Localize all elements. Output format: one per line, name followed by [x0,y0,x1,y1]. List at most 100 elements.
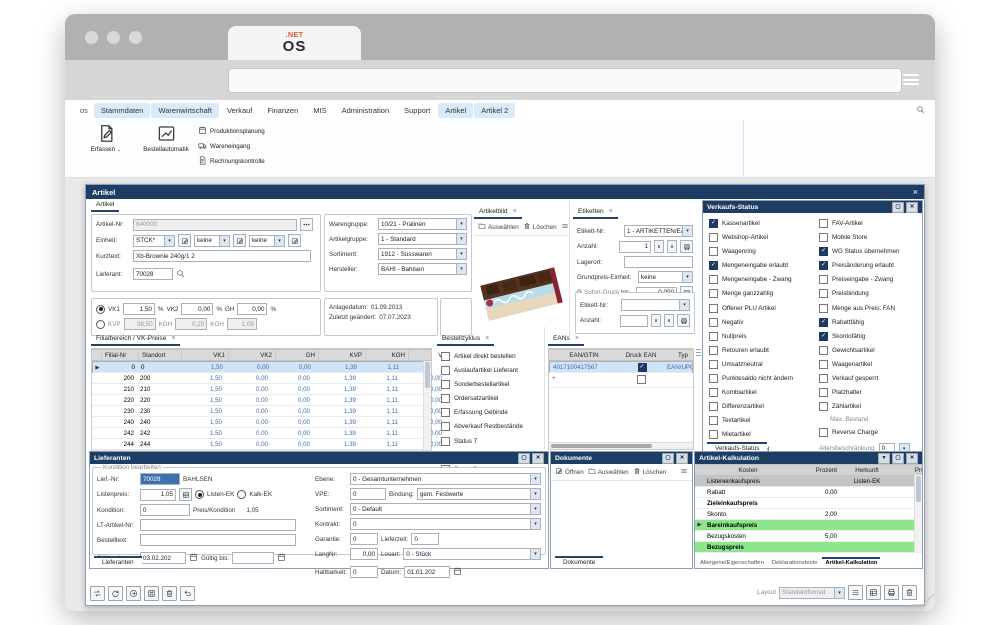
status-checkbox-offener-plu-artikel[interactable]: Offener PLU Artikel [709,304,819,313]
status-checkbox-rabattfähig[interactable]: ✓Rabattfähig [819,318,918,327]
printer-icon[interactable] [680,240,693,253]
artikel-nr-field[interactable]: 640000 [133,219,297,231]
lt-artikel-field[interactable] [140,519,296,531]
status-checkbox-gewichtsartikel[interactable]: Gewichtsartikel [819,346,918,355]
menu-item-warenwirtschaft[interactable]: Warenwirtschaft [151,103,219,118]
ebene-select[interactable]: 0 - Gesamtunternehmen▾ [350,473,541,485]
undo-icon[interactable] [180,586,195,601]
spin-up-icon[interactable]: ∧ [664,314,674,327]
close-icon[interactable]: ✕ [676,453,688,464]
calendar-icon[interactable] [277,549,286,567]
window-dot-2[interactable] [107,31,120,44]
tab-etiketten[interactable]: Etiketten× [573,207,618,219]
gh-field[interactable]: 0,00 [237,303,267,315]
close-icon[interactable]: × [171,335,175,342]
menu-item-os[interactable]: os [75,103,93,118]
einheit3-select[interactable]: keine▾ [249,235,285,247]
menu-item-verkauf[interactable]: Verkauf [220,103,259,118]
status-checkbox-mengeneingabe-zwang[interactable]: Mengeneingabe - Zwang [709,275,819,284]
tab-dokumente[interactable]: Dokumente [555,556,603,568]
status-checkbox-preiseingabe-zwang[interactable]: Preiseingabe - Zwang [819,275,918,284]
status-checkbox-preisänderung-erlaubt[interactable]: ✓Preisänderung erlaubt [819,261,918,270]
status-checkbox-menge-ganzzahlig[interactable]: Menge ganzzahlig [709,289,819,298]
status-checkbox-preisbindung[interactable]: Preisbindung [819,289,918,298]
tab-filialbereich[interactable]: Filialbereich / VK-Preise× [91,334,180,346]
status-checkbox-ordersatzartikel[interactable]: Ordersatzartikel [441,394,544,403]
menu-icon[interactable] [561,222,569,232]
auswaehlen-button[interactable]: Auswählen [588,467,629,477]
table-row[interactable]: 2102101,500,000,001,391,110,00 [92,384,431,395]
datum-field[interactable]: 01.01.202 [404,566,450,578]
calendar-icon[interactable] [189,549,198,567]
vk1-field[interactable]: 1,50 [123,303,155,315]
status-checkbox-kassenartikel[interactable]: ✓Kassenartikel [709,219,819,228]
auswaehlen-button[interactable]: Auswählen [478,222,519,232]
edit-icon[interactable] [233,234,246,247]
table-row[interactable]: 2002001,500,000,001,391,110,00 [92,373,431,384]
status-checkbox-sonderbestellartikel[interactable]: Sonderbestellartikel [441,380,544,389]
menu-item-artikel[interactable]: Artikel [438,103,473,118]
status-checkbox-negativ[interactable]: Negativ [709,318,819,327]
close-icon[interactable]: × [513,208,517,215]
close-icon[interactable]: × [609,208,613,215]
status-checkbox-fav-artikel[interactable]: FAV-Artikel [819,219,918,228]
status-checkbox-nullpreis[interactable]: Nullpreis [709,332,819,341]
search-icon[interactable] [176,265,185,283]
lieferzeit-field[interactable]: 0 [411,533,439,545]
kalk-row-bezugskosten[interactable]: Bezugskosten5,000,05 [695,531,922,542]
warengruppe-select[interactable]: 10/21 - Pralinen▾ [378,218,467,230]
close-icon[interactable]: ✕ [906,202,918,213]
grid-icon[interactable] [866,585,881,600]
status-checkbox-auslaufartikel-lieferant[interactable]: Auslaufartikel Lieferant [441,366,544,375]
status-checkbox-platzhalter[interactable]: Platzhalter [819,388,918,397]
etikett-nr-select[interactable]: 1 - ARTIKETTEN/EAN FA▾ [624,225,693,237]
menu-item-stammdaten[interactable]: Stammdaten [94,103,151,118]
tab-artikel[interactable]: Artikel [91,200,119,212]
restore-icon[interactable]: ▢ [892,202,904,213]
status-checkbox-abverkauf-restbestände[interactable]: Abverkauf Restbestände [441,422,544,431]
einheit2-select[interactable]: keine▾ [194,235,230,247]
tab-artikel-kalkulation[interactable]: Artikel-Kalkulation [822,557,880,568]
ribbon-rechnungskontrolle[interactable]: Rechnungskontrolle [198,156,738,167]
calendar-icon[interactable] [453,563,462,581]
status-checkbox-umsatzneutral[interactable]: Umsatzneutral [709,360,819,369]
anzahl-field[interactable]: 1 [619,241,651,253]
vk1-radio[interactable] [96,305,105,314]
status-checkbox-verkauf-gesperrt[interactable]: Verkauf gesperrt [819,374,918,383]
kalk-row-bareinkaufspreis[interactable]: ▶Bareinkaufspreis [695,520,922,531]
kontrakt-select[interactable]: 0▾ [350,518,541,530]
menu-item-mis[interactable]: MIS [306,103,333,118]
menu-item-support[interactable]: Support [397,103,437,118]
listen-ek-radio[interactable] [195,490,204,499]
gueltig-bis-field[interactable] [232,552,274,564]
status-checkbox-erfassung-gebinde[interactable]: Erfassung Gebinde [441,408,544,417]
status-checkbox-mengeneingabe-erlaubt[interactable]: ✓Mengeneingabe erlaubt [709,261,819,270]
address-bar[interactable] [228,68,902,93]
spin-up-icon[interactable]: ∧ [667,240,677,253]
status-checkbox-waagenring[interactable]: Waagenring [709,247,819,256]
dokumente-titlebar[interactable]: Dokumente ▢ ✕ [551,452,692,464]
bestelltext-field[interactable] [140,534,296,546]
table-row[interactable]: 2302301,500,000,001,391,110,00 [92,406,431,417]
status-checkbox-mietartikel[interactable]: Mietartikel [709,430,819,439]
vpe-field[interactable]: 0 [350,488,386,500]
layout-select[interactable]: Standardformat▾ [779,587,845,599]
status-checkbox-reverse-charge[interactable]: Reverse Charge [819,428,918,437]
close-icon[interactable]: × [575,335,579,342]
close-icon[interactable]: ✕ [906,453,918,464]
bindung-select[interactable]: gem. Festwerte▾ [417,488,541,500]
refresh-icon[interactable] [108,586,123,601]
listenpreis-field[interactable]: 1,05 [140,489,176,501]
status-checkbox-artikel-direkt-bestellen[interactable]: Artikel direkt bestellen [441,352,544,361]
table-icon[interactable] [179,488,192,501]
menu-item-artikel-2[interactable]: Artikel 2 [474,103,515,118]
gueltig-ab-field[interactable]: 03.02.202 [140,552,186,564]
status-checkbox-differenzartikel[interactable]: Differenzartikel [709,402,819,411]
sortiment-select[interactable]: 1912 - Süsswaren▾ [378,248,467,260]
tab-eans[interactable]: EANs× [548,334,584,346]
trash-icon[interactable] [902,585,917,600]
status-checkbox-textartikel[interactable]: Textartikel [709,416,819,425]
close-icon[interactable]: × [485,335,489,342]
lieferant-field[interactable]: 70028 [133,268,173,280]
tab-bestellzyklus[interactable]: Bestellzyklus× [437,334,494,346]
